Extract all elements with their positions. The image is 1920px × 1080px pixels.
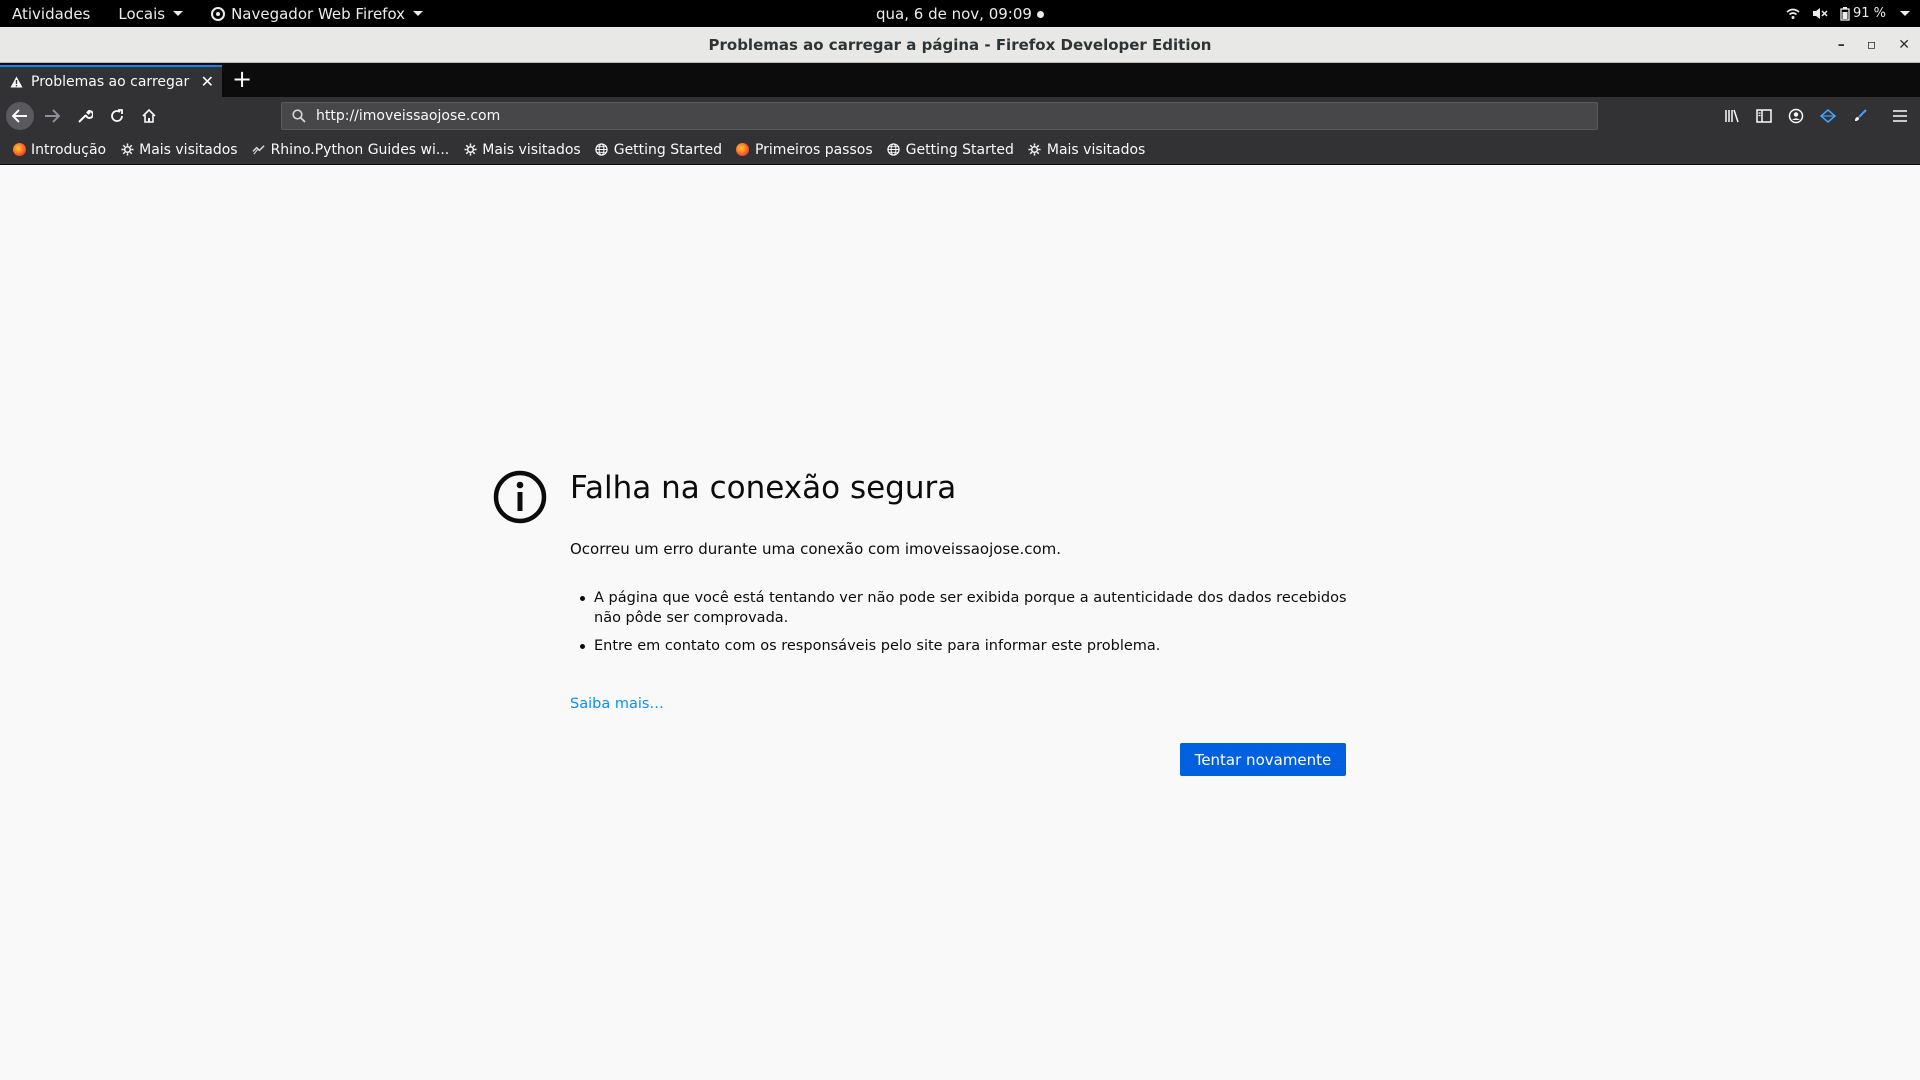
reload-button[interactable] <box>103 102 131 130</box>
places-menu[interactable]: Locais <box>118 4 184 23</box>
clock-label: qua, 6 de nov, 09:09 <box>876 5 1032 23</box>
clock[interactable]: qua, 6 de nov, 09:09 <box>876 5 1044 23</box>
search-icon <box>292 109 306 123</box>
bookmark-label: Introdução <box>31 141 107 158</box>
try-again-button[interactable]: Tentar novamente <box>1180 743 1346 776</box>
notification-dot-icon <box>1036 11 1044 18</box>
bookmark-item[interactable]: Mais visitados <box>1028 142 1145 158</box>
app-menu[interactable]: Navegador Web Firefox <box>211 4 424 23</box>
wifi-icon <box>1786 8 1800 19</box>
url-text: http://imoveissaojose.com <box>316 108 501 124</box>
bookmark-label: Mais visitados <box>482 141 581 158</box>
tab-active[interactable]: Problemas ao carregar a p ✕ <box>0 65 222 97</box>
globe-icon <box>887 143 901 157</box>
firefox-icon <box>12 143 26 157</box>
bookmark-label: Getting Started <box>905 141 1014 158</box>
battery-percent: 91 % <box>1852 6 1886 21</box>
info-icon <box>493 470 547 524</box>
bookmark-label: Rhino.Python Guides wi... <box>270 141 450 158</box>
places-label: Locais <box>118 4 166 23</box>
gear-icon <box>463 143 477 157</box>
volume-muted-icon <box>1812 8 1828 19</box>
url-bar[interactable]: http://imoveissaojose.com <box>281 102 1598 130</box>
globe-icon <box>595 143 609 157</box>
customize-button[interactable] <box>1848 102 1872 130</box>
chevron-down-icon <box>1900 11 1910 16</box>
extension-icon <box>1820 109 1836 123</box>
home-icon <box>142 108 156 123</box>
account-button[interactable] <box>1784 102 1808 130</box>
hamburger-menu-icon <box>1893 110 1907 122</box>
tab-close-button[interactable]: ✕ <box>201 72 214 91</box>
chevron-down-icon <box>413 11 424 16</box>
forward-button[interactable] <box>38 102 66 130</box>
minimize-button[interactable]: – <box>1838 37 1845 53</box>
warning-icon <box>10 76 23 88</box>
bookmark-item[interactable]: Introdução <box>12 142 106 158</box>
bookmark-label: Primeiros passos <box>754 141 873 158</box>
window-titlebar: Problemas ao carregar a página - Firefox… <box>0 27 1920 63</box>
battery-icon <box>1840 6 1850 21</box>
error-details-list: A página que você está tentando ver não … <box>570 588 1360 664</box>
library-button[interactable] <box>1720 102 1744 130</box>
new-tab-button[interactable]: + <box>232 65 252 93</box>
list-item: A página que você está tentando ver não … <box>570 588 1360 628</box>
gear-icon <box>120 143 134 157</box>
app-menu-label: Navegador Web Firefox <box>231 4 406 23</box>
tab-title: Problemas ao carregar a p <box>31 74 191 90</box>
arrow-left-icon <box>12 109 27 123</box>
sidebar-button[interactable] <box>1752 102 1776 130</box>
error-title: Falha na conexão segura <box>570 470 957 506</box>
tab-bar: Problemas ao carregar a p ✕ + <box>0 63 1920 97</box>
wrench-icon <box>78 110 93 123</box>
firefox-icon <box>736 143 750 157</box>
bookmark-item[interactable]: Mais visitados <box>463 141 581 158</box>
account-icon <box>1788 108 1804 124</box>
gnome-top-bar: Atividades Locais Navegador Web Firefox … <box>0 0 1920 27</box>
back-button[interactable] <box>6 102 34 130</box>
bookmark-label: Mais visitados <box>1046 141 1146 158</box>
nav-bar: http://imoveissaojose.com <box>0 97 1920 135</box>
close-window-button[interactable]: ✕ <box>1898 37 1910 53</box>
bookmark-item[interactable]: Getting Started <box>595 142 722 158</box>
home-button[interactable] <box>135 102 163 130</box>
bookmarks-toolbar: Introdução Mais visitados Rhino.Python Gui… <box>0 135 1920 165</box>
activities-button[interactable]: Atividades <box>12 5 90 23</box>
developer-tools-button[interactable] <box>71 102 99 130</box>
error-message: Ocorreu um erro durante uma conexão com … <box>570 540 1062 558</box>
learn-more-link[interactable]: Saiba mais… <box>570 696 664 712</box>
sidebar-icon <box>1756 109 1772 123</box>
bookmark-item[interactable]: Rhino.Python Guides wi... <box>252 141 450 158</box>
app-menu-button[interactable] <box>1888 102 1912 130</box>
maximize-button[interactable]: ▫ <box>1867 37 1877 53</box>
page-content: Falha na conexão segura Ocorreu um erro … <box>0 165 1920 1080</box>
chevron-down-icon <box>173 11 184 16</box>
rhino-icon <box>252 143 266 157</box>
bookmark-item[interactable]: Mais visitados <box>120 141 238 158</box>
reload-icon <box>111 109 123 122</box>
list-item: Entre em contato com os responsáveis pel… <box>570 636 1360 656</box>
bookmark-label: Getting Started <box>613 141 722 158</box>
arrow-right-icon <box>45 109 60 123</box>
brush-icon <box>1855 109 1867 121</box>
system-status-area[interactable]: 91 % <box>1786 0 1910 27</box>
gear-icon <box>1028 143 1042 157</box>
bookmark-item[interactable]: Primeiros passos <box>736 142 873 158</box>
bookmark-item[interactable]: Getting Started <box>887 142 1014 158</box>
extension-button[interactable] <box>1816 102 1840 130</box>
activities-label: Atividades <box>12 4 91 23</box>
window-title: Problemas ao carregar a página - Firefox… <box>708 35 1212 54</box>
bookmark-label: Mais visitados <box>139 141 238 158</box>
firefox-icon <box>211 6 226 21</box>
library-icon <box>1725 109 1739 123</box>
